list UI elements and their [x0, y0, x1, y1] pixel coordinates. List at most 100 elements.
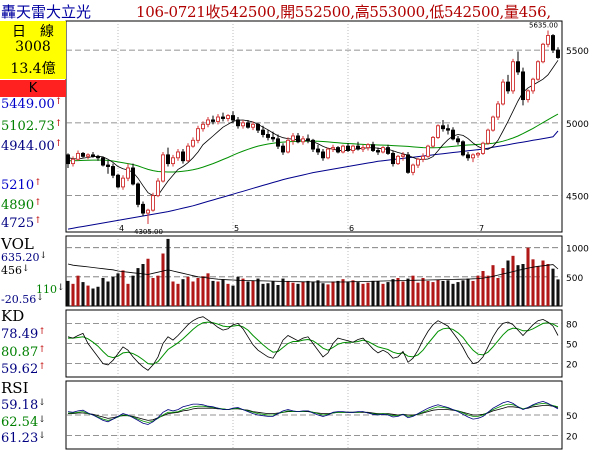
vol-value-text: 635.20 [1, 251, 40, 264]
candle-body [336, 147, 340, 153]
candle-body [266, 134, 270, 138]
volume-bar [256, 278, 260, 306]
candle-body [76, 152, 80, 160]
volume-bar [541, 260, 545, 306]
volume-bar [416, 282, 420, 306]
candle-body [101, 157, 105, 166]
candle-body [556, 49, 560, 58]
volume-bar [261, 283, 265, 306]
candle-body [341, 145, 345, 153]
rsi-value: 61.23↓ [1, 431, 46, 446]
candle-body [491, 116, 495, 131]
candle-body [426, 145, 430, 157]
up-arrow-icon: ↑ [38, 327, 46, 337]
price-y-tick: 4500 [566, 193, 589, 203]
volume-bar [241, 278, 245, 306]
up-arrow-icon: ↑ [54, 139, 63, 149]
kd-value-text: 80.87 [1, 345, 39, 360]
extra-value-text: 5210 [1, 178, 35, 193]
candle-body [476, 152, 480, 156]
candle-body [471, 154, 475, 159]
candle-body [71, 158, 75, 165]
volume-bar [476, 275, 480, 306]
volume-bar [266, 283, 270, 306]
candle-body [81, 152, 85, 157]
candle-body [256, 123, 260, 131]
stock-code: 3008 [15, 39, 51, 55]
kd-y-tick: 80 [566, 320, 578, 330]
candle-body [291, 135, 295, 141]
volume-bar [421, 278, 425, 306]
candle-body [116, 174, 120, 188]
rsi-value-text: 61.23 [1, 431, 39, 446]
volume-bar [396, 278, 400, 306]
candle-body [441, 125, 445, 130]
rsi-y-tick: 20 [566, 432, 578, 442]
volume-bar [231, 285, 235, 306]
candle-body [551, 35, 555, 51]
volume-bar [351, 280, 355, 306]
volume-bar [361, 283, 365, 306]
period-box[interactable]: 日 線 3008 13.4億 [0, 21, 66, 79]
title-bar: 轟天雷大立光 106-0721收542500,開552500,高553000,低… [0, 0, 600, 21]
candle-body [241, 122, 245, 127]
candle-body [141, 203, 145, 214]
candle-body [261, 129, 265, 135]
volume-bar [146, 258, 150, 306]
volume-bar [331, 281, 335, 306]
candle-body [541, 43, 545, 63]
candle-body [361, 147, 365, 150]
volume-bar [221, 279, 225, 306]
candle-body [446, 128, 450, 131]
price-annotation: 4305.00 [134, 228, 163, 236]
volume-bar [151, 278, 155, 306]
ma-value: 4944.00↑ [1, 139, 62, 154]
candle-body [296, 135, 300, 143]
down-arrow-icon: ↓ [38, 431, 46, 441]
ma-value: 5449.00↑ [1, 97, 62, 112]
up-arrow-icon: ↑ [34, 216, 42, 226]
candle-body [246, 122, 250, 128]
extra-value: 4725↑ [1, 216, 42, 231]
volume-bar [291, 282, 295, 306]
volume-bar [301, 281, 305, 306]
volume-bar [526, 247, 530, 306]
candle-body [176, 151, 180, 159]
volume-bar [356, 282, 360, 306]
candle-body [181, 151, 185, 162]
candle-body [376, 150, 380, 153]
volume-bar [251, 280, 255, 306]
candle-body [91, 154, 95, 157]
volume-bar [431, 282, 435, 306]
volume-bar [511, 255, 515, 306]
candle-body [311, 139, 315, 150]
candle-body [411, 164, 415, 173]
candle-body [306, 138, 310, 141]
volume-bar [281, 278, 285, 306]
candle-body [501, 81, 505, 105]
volume-bar [216, 281, 220, 306]
candle-body [316, 148, 320, 153]
candle-body [371, 144, 375, 151]
quote-stats: 106-0721收542500,開552500,高553000,低542500,… [136, 3, 551, 21]
candle-body [481, 142, 485, 154]
volume-bar [171, 281, 175, 306]
candle-body [381, 147, 385, 153]
candle-body [121, 177, 125, 188]
volume-bar [91, 288, 95, 306]
candle-body [86, 154, 90, 157]
up-arrow-icon: ↑ [34, 178, 42, 188]
volume-bar [486, 275, 490, 306]
volume-bar [336, 280, 340, 306]
candle-body [286, 139, 290, 153]
vol-y-tick: 500 [566, 274, 583, 284]
kd-value: 59.62↑ [1, 362, 46, 377]
candle-body [436, 125, 440, 138]
volume-bar [276, 285, 280, 306]
candle-body [226, 115, 230, 119]
candle-body [146, 209, 150, 214]
k-line-button[interactable]: K [0, 80, 66, 97]
rsi-value: 62.54↓ [1, 415, 46, 430]
candle-body [466, 154, 470, 159]
vol-value-text: 456 [1, 264, 22, 277]
